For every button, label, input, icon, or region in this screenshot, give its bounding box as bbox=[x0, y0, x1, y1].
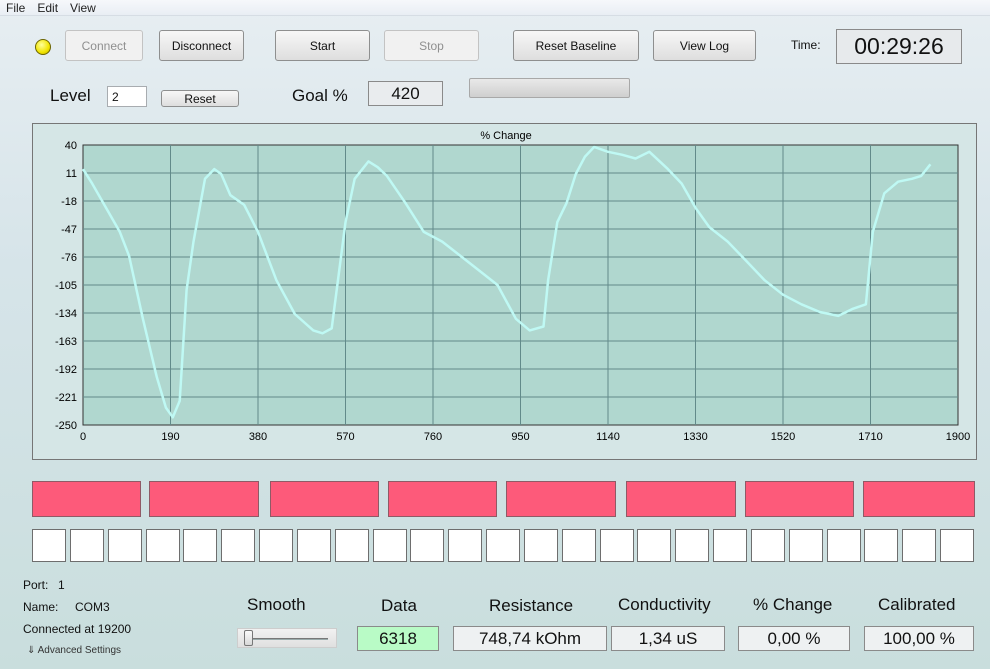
y-tick-label: -47 bbox=[61, 224, 77, 236]
y-tick-label: -18 bbox=[61, 196, 77, 208]
indicator-cell bbox=[940, 529, 974, 562]
level-reset-button[interactable]: Reset bbox=[161, 90, 239, 107]
chart-title: % Change bbox=[480, 130, 531, 142]
level-block-5 bbox=[506, 481, 616, 517]
menu-edit[interactable]: Edit bbox=[31, 1, 64, 15]
level-block-4 bbox=[388, 481, 497, 517]
percent-change-label: % Change bbox=[753, 595, 833, 614]
indicator-cell bbox=[486, 529, 520, 562]
percent-change-value: 0,00 % bbox=[738, 626, 850, 651]
level-block-8 bbox=[863, 481, 975, 517]
name-value: COM3 bbox=[75, 600, 110, 614]
resistance-label: Resistance bbox=[489, 596, 574, 615]
x-tick-label: 1900 bbox=[946, 431, 970, 443]
menu-file[interactable]: File bbox=[0, 1, 31, 15]
goal-progress-bar bbox=[469, 78, 630, 98]
view-log-button[interactable]: View Log bbox=[653, 30, 756, 61]
y-tick-label: -221 bbox=[55, 392, 77, 404]
reset-baseline-button[interactable]: Reset Baseline bbox=[513, 30, 639, 61]
x-tick-label: 570 bbox=[336, 431, 354, 443]
indicator-cell bbox=[108, 529, 142, 562]
indicator-cell bbox=[751, 529, 785, 562]
level-block-7 bbox=[745, 481, 854, 517]
y-tick-label: 40 bbox=[65, 140, 77, 152]
indicator-cell bbox=[600, 529, 634, 562]
indicator-cell bbox=[448, 529, 482, 562]
indicator-cell bbox=[183, 529, 217, 562]
level-block-6 bbox=[626, 481, 736, 517]
calibrated-value: 100,00 % bbox=[864, 626, 974, 651]
conductivity-value: 1,34 uS bbox=[611, 626, 725, 651]
indicator-cell bbox=[410, 529, 444, 562]
indicator-cell bbox=[713, 529, 747, 562]
indicator-cell bbox=[789, 529, 823, 562]
y-tick-label: -105 bbox=[55, 280, 77, 292]
x-tick-label: 190 bbox=[161, 431, 179, 443]
level-label: Level bbox=[50, 86, 91, 105]
indicator-cell bbox=[827, 529, 861, 562]
indicator-cell bbox=[259, 529, 293, 562]
indicator-cell bbox=[562, 529, 596, 562]
goal-label: Goal % bbox=[292, 86, 348, 105]
time-display: 00:29:26 bbox=[836, 29, 962, 64]
indicator-cell bbox=[70, 529, 104, 562]
indicator-cell bbox=[864, 529, 898, 562]
data-value: 6318 bbox=[357, 626, 439, 651]
indicator-cell bbox=[373, 529, 407, 562]
indicator-cell bbox=[524, 529, 558, 562]
port-value: 1 bbox=[58, 578, 65, 592]
connection-led-icon bbox=[35, 39, 51, 55]
port-label: Port: bbox=[23, 578, 49, 592]
y-tick-label: 11 bbox=[66, 168, 77, 180]
slider-track-line bbox=[246, 638, 328, 640]
x-tick-label: 1330 bbox=[683, 431, 707, 443]
slider-thumb[interactable] bbox=[244, 630, 253, 646]
calibrated-label: Calibrated bbox=[878, 595, 956, 614]
y-tick-label: -76 bbox=[61, 252, 77, 264]
time-label: Time: bbox=[791, 38, 821, 52]
indicator-cell bbox=[675, 529, 709, 562]
advanced-settings-label: Advanced Settings bbox=[37, 645, 122, 656]
menu-view[interactable]: View bbox=[64, 1, 102, 15]
indicator-cell bbox=[32, 529, 66, 562]
level-block-2 bbox=[149, 481, 259, 517]
menu-bar: File Edit View bbox=[0, 0, 990, 16]
x-tick-label: 0 bbox=[80, 431, 86, 443]
y-tick-label: -134 bbox=[55, 308, 77, 320]
y-tick-label: -163 bbox=[55, 336, 77, 348]
data-label: Data bbox=[381, 596, 417, 615]
indicator-cell bbox=[637, 529, 671, 562]
disconnect-button[interactable]: Disconnect bbox=[159, 30, 244, 61]
smooth-slider[interactable] bbox=[237, 628, 337, 648]
x-tick-label: 1520 bbox=[771, 431, 795, 443]
percent-change-chart: % Change 0 190 380 570 760 950 1140 1330 1520 171… bbox=[55, 130, 970, 443]
smooth-label: Smooth bbox=[247, 595, 306, 614]
chart-panel: % Change 0 190 380 570 760 950 1140 1330 1520 171… bbox=[32, 123, 977, 460]
conductivity-label: Conductivity bbox=[618, 595, 711, 614]
x-tick-label: 1710 bbox=[858, 431, 882, 443]
double-chevron-down-icon: ⇓ bbox=[27, 645, 36, 656]
connection-status: Connected at 19200 bbox=[23, 622, 132, 636]
indicator-cell bbox=[902, 529, 936, 562]
indicator-cell bbox=[335, 529, 369, 562]
goal-value: 420 bbox=[368, 81, 443, 106]
x-tick-label: 950 bbox=[511, 431, 529, 443]
x-tick-label: 1140 bbox=[596, 431, 620, 443]
indicator-cell bbox=[146, 529, 180, 562]
level-block-1 bbox=[32, 481, 141, 517]
name-label: Name: bbox=[23, 600, 59, 614]
start-button[interactable]: Start bbox=[275, 30, 370, 61]
level-block-3 bbox=[270, 481, 379, 517]
advanced-settings-toggle[interactable]: ⇓ Advanced Settings bbox=[27, 645, 121, 656]
stop-button[interactable]: Stop bbox=[384, 30, 479, 61]
y-tick-label: -250 bbox=[55, 420, 77, 432]
x-tick-label: 760 bbox=[424, 431, 442, 443]
y-tick-label: -192 bbox=[55, 364, 77, 376]
resistance-value: 748,74 kOhm bbox=[453, 626, 607, 651]
indicator-cell bbox=[221, 529, 255, 562]
level-input[interactable]: 2 bbox=[107, 86, 147, 107]
x-tick-label: 380 bbox=[249, 431, 267, 443]
connect-button[interactable]: Connect bbox=[65, 30, 143, 61]
indicator-cell bbox=[297, 529, 331, 562]
